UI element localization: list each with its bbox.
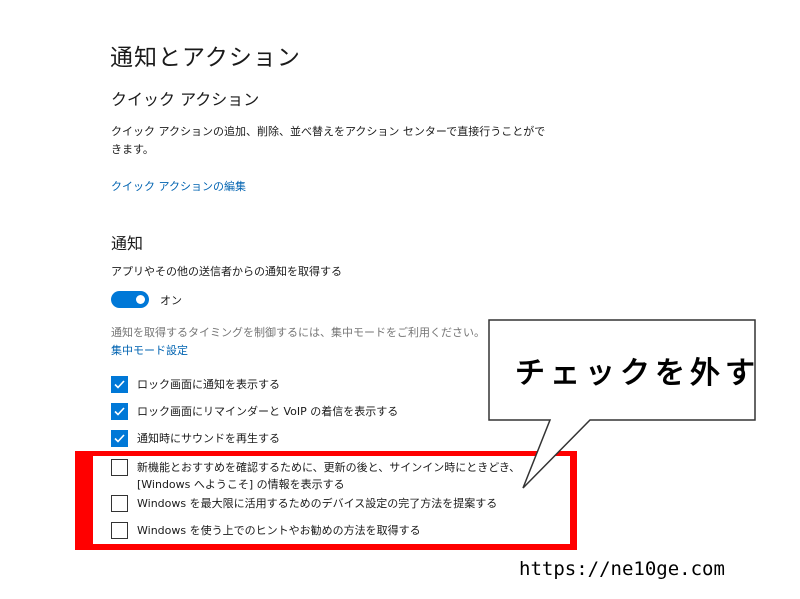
site-url: https://ne10ge.com <box>519 558 725 580</box>
quick-actions-description-line2: きます。 <box>111 143 154 156</box>
toggle-knob <box>136 295 145 304</box>
notifications-heading: 通知 <box>111 234 144 253</box>
checkbox-checked[interactable] <box>111 403 128 420</box>
option-lock-screen-reminders[interactable]: ロック画面にリマインダーと VoIP の着信を表示する <box>111 403 398 420</box>
option-label: 通知時にサウンドを再生する <box>137 432 280 445</box>
quick-actions-heading: クイック アクション <box>111 90 260 109</box>
page-title: 通知とアクション <box>110 45 301 71</box>
notifications-toggle[interactable] <box>111 291 149 308</box>
checkmark-icon <box>114 380 125 389</box>
focus-assist-settings-link[interactable]: 集中モード設定 <box>111 342 188 358</box>
checkbox-checked[interactable] <box>111 430 128 447</box>
get-notifications-label: アプリやその他の送信者からの通知を取得する <box>111 265 342 278</box>
checkmark-icon <box>114 407 125 416</box>
option-lock-screen-notifications[interactable]: ロック画面に通知を表示する <box>111 376 280 393</box>
quick-actions-description: クイック アクションの追加、削除、並べ替えをアクション センターで直接行うことが… <box>111 123 545 159</box>
edit-quick-actions-link[interactable]: クイック アクションの編集 <box>111 178 246 194</box>
option-play-sound[interactable]: 通知時にサウンドを再生する <box>111 430 280 447</box>
option-label: ロック画面にリマインダーと VoIP の着信を表示する <box>137 405 399 418</box>
callout-text: チェックを外す <box>515 356 760 391</box>
option-label: ロック画面に通知を表示する <box>137 378 280 391</box>
focus-assist-hint: 通知を取得するタイミングを制御するには、集中モードをご利用ください。 <box>111 326 485 339</box>
quick-actions-description-line1: クイック アクションの追加、削除、並べ替えをアクション センターで直接行うことが… <box>111 125 546 138</box>
speech-bubble <box>488 319 756 489</box>
checkmark-icon <box>114 434 125 443</box>
checkbox-checked[interactable] <box>111 376 128 393</box>
toggle-state-label: オン <box>160 294 182 307</box>
